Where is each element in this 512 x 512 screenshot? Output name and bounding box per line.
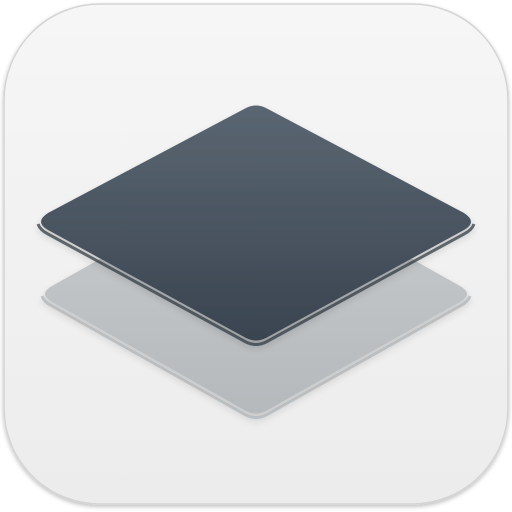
layers-icon [3,3,509,505]
app-icon[interactable] [0,0,512,512]
